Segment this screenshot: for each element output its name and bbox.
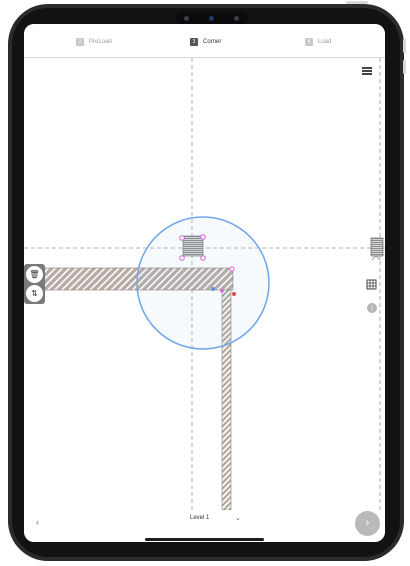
- level-selector[interactable]: Level 1: [190, 515, 209, 521]
- app-screen: 2 PreLoad 3 Corner 4 Load i 🗑 ⇅ ‹ Level …: [24, 24, 385, 542]
- floorplan-canvas[interactable]: i: [24, 58, 385, 510]
- sensor-dot: [234, 16, 239, 21]
- power-button: [346, 1, 368, 4]
- sensor-dot: [184, 16, 189, 21]
- chevron-left-icon[interactable]: ‹: [36, 517, 39, 527]
- step-label: Load: [318, 39, 332, 45]
- wall-stack-icon[interactable]: [370, 237, 384, 261]
- step-navigation: 2 PreLoad 3 Corner 4 Load: [24, 24, 385, 58]
- corner-point-blue[interactable]: [211, 287, 215, 291]
- chevron-down-icon[interactable]: ⌄: [235, 514, 241, 522]
- camera-bar: [176, 12, 248, 24]
- volume-button: [403, 60, 406, 74]
- selection-circle[interactable]: [136, 216, 270, 350]
- step-preload[interactable]: 2 PreLoad: [76, 38, 112, 46]
- step-label: PreLoad: [89, 39, 112, 45]
- left-toolbar: 🗑 ⇅: [24, 264, 45, 304]
- flip-icon[interactable]: ⇅: [26, 285, 43, 302]
- step-number: 4: [305, 38, 313, 46]
- corner-point-red[interactable]: [232, 292, 236, 296]
- step-number: 2: [76, 38, 84, 46]
- grid-icon[interactable]: [366, 279, 377, 290]
- corner-point-pink[interactable]: [220, 289, 224, 293]
- next-button[interactable]: ›: [355, 511, 380, 536]
- volume-button: [403, 39, 406, 53]
- home-indicator: [145, 538, 264, 541]
- camera-icon: [209, 16, 214, 21]
- wall-handle[interactable]: [229, 266, 235, 272]
- step-number: 3: [190, 38, 198, 46]
- step-corner[interactable]: 3 Corner: [190, 38, 221, 46]
- trash-icon[interactable]: 🗑: [26, 266, 43, 283]
- step-load[interactable]: 4 Load: [305, 38, 331, 46]
- info-icon[interactable]: i: [367, 303, 377, 313]
- step-label: Corner: [203, 39, 222, 45]
